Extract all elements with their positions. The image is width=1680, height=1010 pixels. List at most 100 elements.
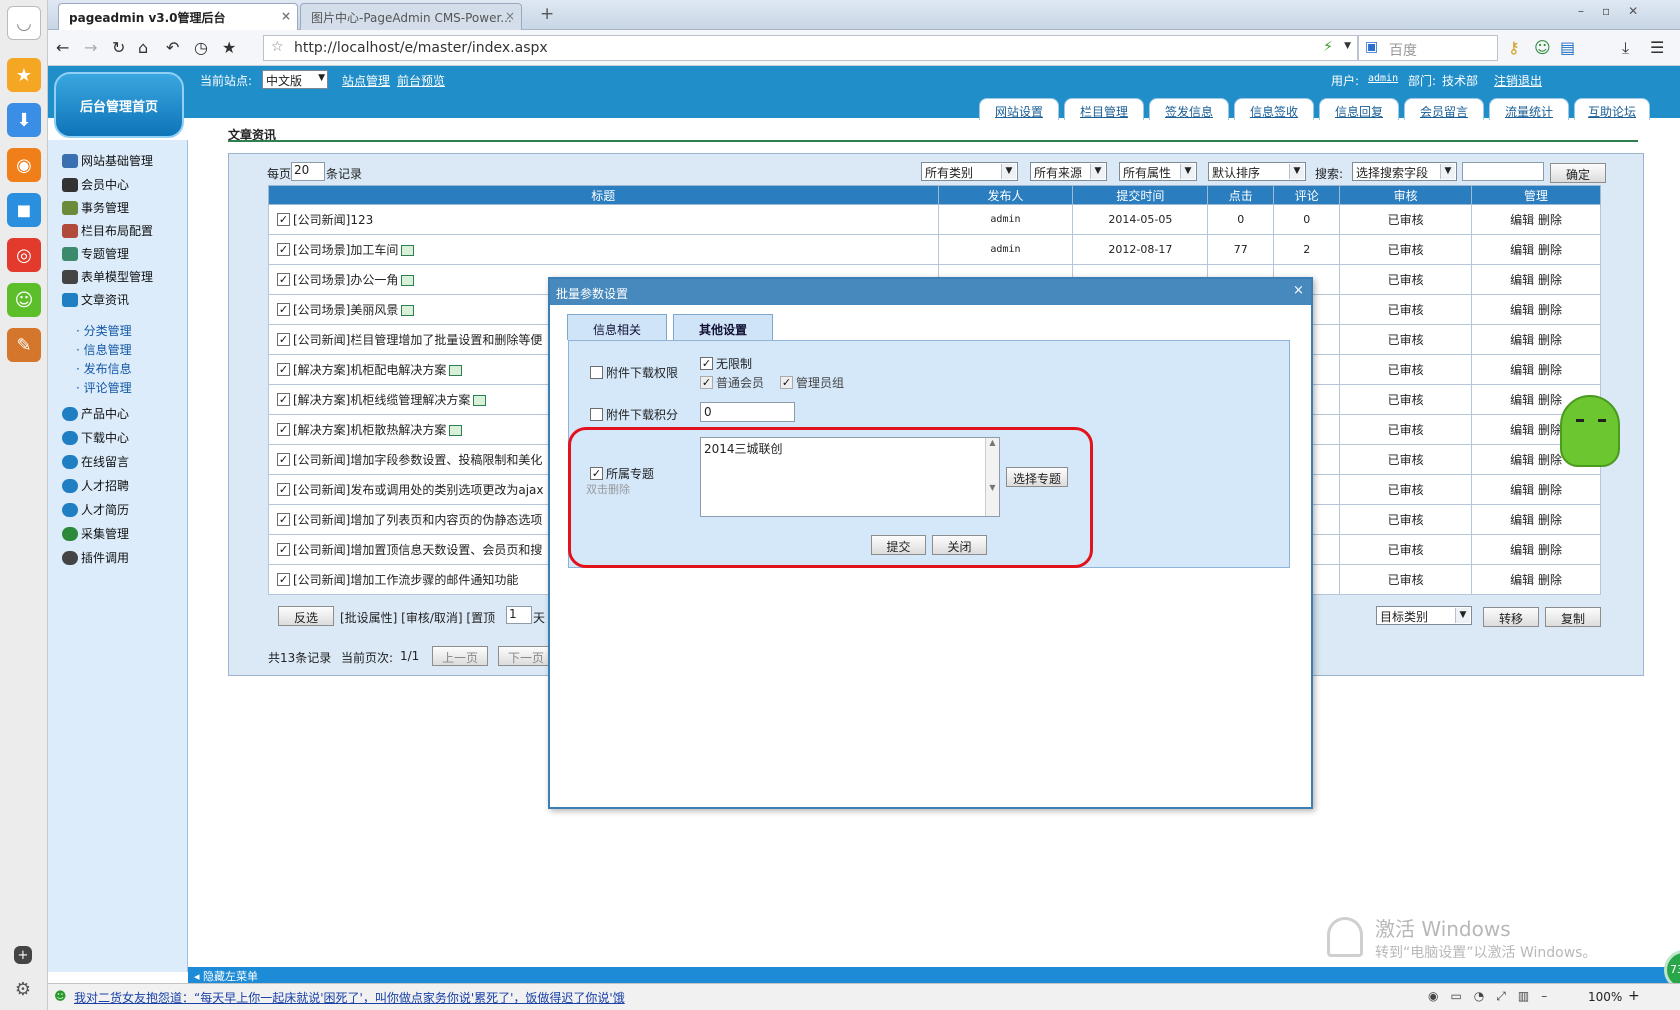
category-filter-select[interactable]: 所有类别 ▼ [921,162,1018,181]
row-checkbox[interactable] [277,483,290,496]
site-manage-link[interactable]: 站点管理 [342,72,390,89]
sidebar-subitem-0[interactable]: · 分类管理 [76,322,132,339]
nav-tab-member-msg[interactable]: 会员留言 [1404,98,1484,120]
row-checkbox[interactable] [277,273,290,286]
user-icon[interactable]: ☺ [1534,38,1551,57]
refresh-icon[interactable]: ↻ [112,38,125,57]
gear-icon[interactable]: ⚙ [12,978,34,1000]
sidebar-item2-2[interactable]: 在线留言 [62,453,129,470]
menu-icon[interactable]: ☰ [1650,38,1664,57]
weibo-icon[interactable]: ◎ [7,238,41,272]
normal-member-checkbox[interactable] [700,376,713,389]
sidebar-subitem-2[interactable]: · 发布信息 [76,360,132,377]
edit-link[interactable]: 编辑 [1510,513,1534,527]
history-icon[interactable]: ◷ [194,38,208,57]
emoji-icon[interactable]: ☺ [7,283,41,317]
bookmark-star-icon[interactable]: ★ [222,38,236,57]
translate-icon[interactable]: ▤ [1560,38,1575,57]
search-field-select[interactable]: 选择搜索字段 ▼ [1352,162,1457,181]
edit-link[interactable]: 编辑 [1510,573,1534,587]
sidebar-item2-5[interactable]: 采集管理 [62,525,129,542]
edit-link[interactable]: 编辑 [1510,333,1534,347]
download-manager-icon[interactable]: ⤓ [1622,38,1629,58]
delete-link[interactable]: 删除 [1538,333,1562,347]
cell-title[interactable]: [公司新闻]123 [268,204,939,235]
key-icon[interactable]: ⚷ [1508,38,1520,57]
cell-status[interactable]: 已审核 [1339,414,1473,445]
user-name[interactable]: admin [1368,73,1398,84]
delete-link[interactable]: 删除 [1538,423,1562,437]
batch-links[interactable]: [批设属性] [审核/取消] [置顶 [340,609,495,626]
sidebar-item2-3[interactable]: 人才招聘 [62,477,129,494]
row-checkbox[interactable] [277,303,290,316]
row-checkbox[interactable] [277,393,290,406]
back-icon[interactable]: ← [56,38,69,57]
attribute-filter-select[interactable]: 所有属性 ▼ [1119,162,1197,181]
row-checkbox[interactable] [277,573,290,586]
cell-status[interactable]: 已审核 [1339,444,1473,475]
sidebar-item-6[interactable]: 文章资讯 [62,291,129,308]
search-input[interactable]: ▣ 百度 [1358,35,1498,61]
cell-status[interactable]: 已审核 [1339,534,1473,565]
row-title[interactable]: [公司新闻]123 [293,213,373,227]
delete-link[interactable]: 删除 [1538,243,1562,257]
delete-link[interactable]: 删除 [1538,363,1562,377]
delete-link[interactable]: 删除 [1538,453,1562,467]
mascot-icon[interactable] [1560,395,1620,467]
edit-link[interactable]: 编辑 [1510,273,1534,287]
smile-icon[interactable]: ◡ [7,6,41,40]
cell-status[interactable]: 已审核 [1339,474,1473,505]
row-title[interactable]: [公司新闻]增加了列表页和内容页的伪静态选项 [293,513,542,527]
col-title[interactable]: 标题 [268,185,939,205]
col-clicks[interactable]: 点击 [1207,185,1275,205]
cell-status[interactable]: 已审核 [1339,504,1473,535]
cell-status[interactable]: 已审核 [1339,234,1473,265]
nav-tab-forum[interactable]: 互助论坛 [1574,98,1650,120]
cell-status[interactable]: 已审核 [1339,264,1473,295]
row-title[interactable]: [公司场景]办公一角 [293,273,398,287]
confirm-button[interactable]: 确定 [1550,163,1606,183]
col-status[interactable]: 审核 [1339,185,1473,205]
delete-link[interactable]: 删除 [1538,273,1562,287]
cell-status[interactable]: 已审核 [1339,354,1473,385]
nav-tab-receive-info[interactable]: 信息签收 [1234,98,1314,120]
unlimited-field[interactable]: 无限制 [700,355,752,372]
undo-icon[interactable]: ↶ [166,38,179,57]
per-page-input[interactable]: 20 [291,162,325,181]
delete-link[interactable]: 删除 [1538,303,1562,317]
home-icon[interactable]: ⌂ [138,38,148,57]
edit-link[interactable]: 编辑 [1510,423,1534,437]
row-checkbox[interactable] [277,363,290,376]
invert-select-button[interactable]: 反选 [278,606,334,626]
nav-tab-issue-info[interactable]: 签发信息 [1149,98,1229,120]
row-title[interactable]: [公司新闻]增加置顶信息天数设置、会员页和搜 [293,543,542,557]
delete-link[interactable]: 删除 [1538,483,1562,497]
tab-info-related[interactable]: 信息相关 [567,314,667,340]
row-checkbox[interactable] [277,423,290,436]
chevron-down-icon[interactable]: ▼ [1344,41,1351,51]
row-checkbox[interactable] [277,543,290,556]
tab-image-center[interactable]: 图片中心-PageAdmin CMS-Power... × [300,3,522,30]
url-input[interactable]: ☆ http://localhost/e/master/index.aspx ⚡… [263,35,1358,61]
row-title[interactable]: [公司新闻]增加工作流步骤的邮件通知功能 [293,573,518,587]
row-title[interactable]: [解决方案]机柜散热解决方案 [293,423,446,437]
col-author[interactable]: 发布人 [937,185,1074,205]
row-title[interactable]: [公司新闻]栏目管理增加了批量设置和删除等便 [293,333,542,347]
delete-link[interactable]: 删除 [1538,393,1562,407]
front-preview-link[interactable]: 前台预览 [397,72,445,89]
download-points-input[interactable]: 0 [700,402,795,422]
edit-link[interactable]: 编辑 [1510,363,1534,377]
edit-link[interactable]: 编辑 [1510,483,1534,497]
edit-link[interactable]: 编辑 [1510,543,1534,557]
sidebar-item2-6[interactable]: 插件调用 [62,549,129,566]
delete-link[interactable]: 删除 [1538,513,1562,527]
game-icon[interactable]: ◼ [7,193,41,227]
cell-status[interactable]: 已审核 [1339,564,1473,595]
search-keyword-input[interactable] [1462,162,1544,181]
edit-link[interactable]: 编辑 [1510,393,1534,407]
forward-icon[interactable]: → [84,38,97,57]
nav-tab-traffic[interactable]: 流量统计 [1489,98,1569,120]
sidebar-item-1[interactable]: 会员中心 [62,176,129,193]
cell-status[interactable]: 已审核 [1339,384,1473,415]
edit-link[interactable]: 编辑 [1510,243,1534,257]
